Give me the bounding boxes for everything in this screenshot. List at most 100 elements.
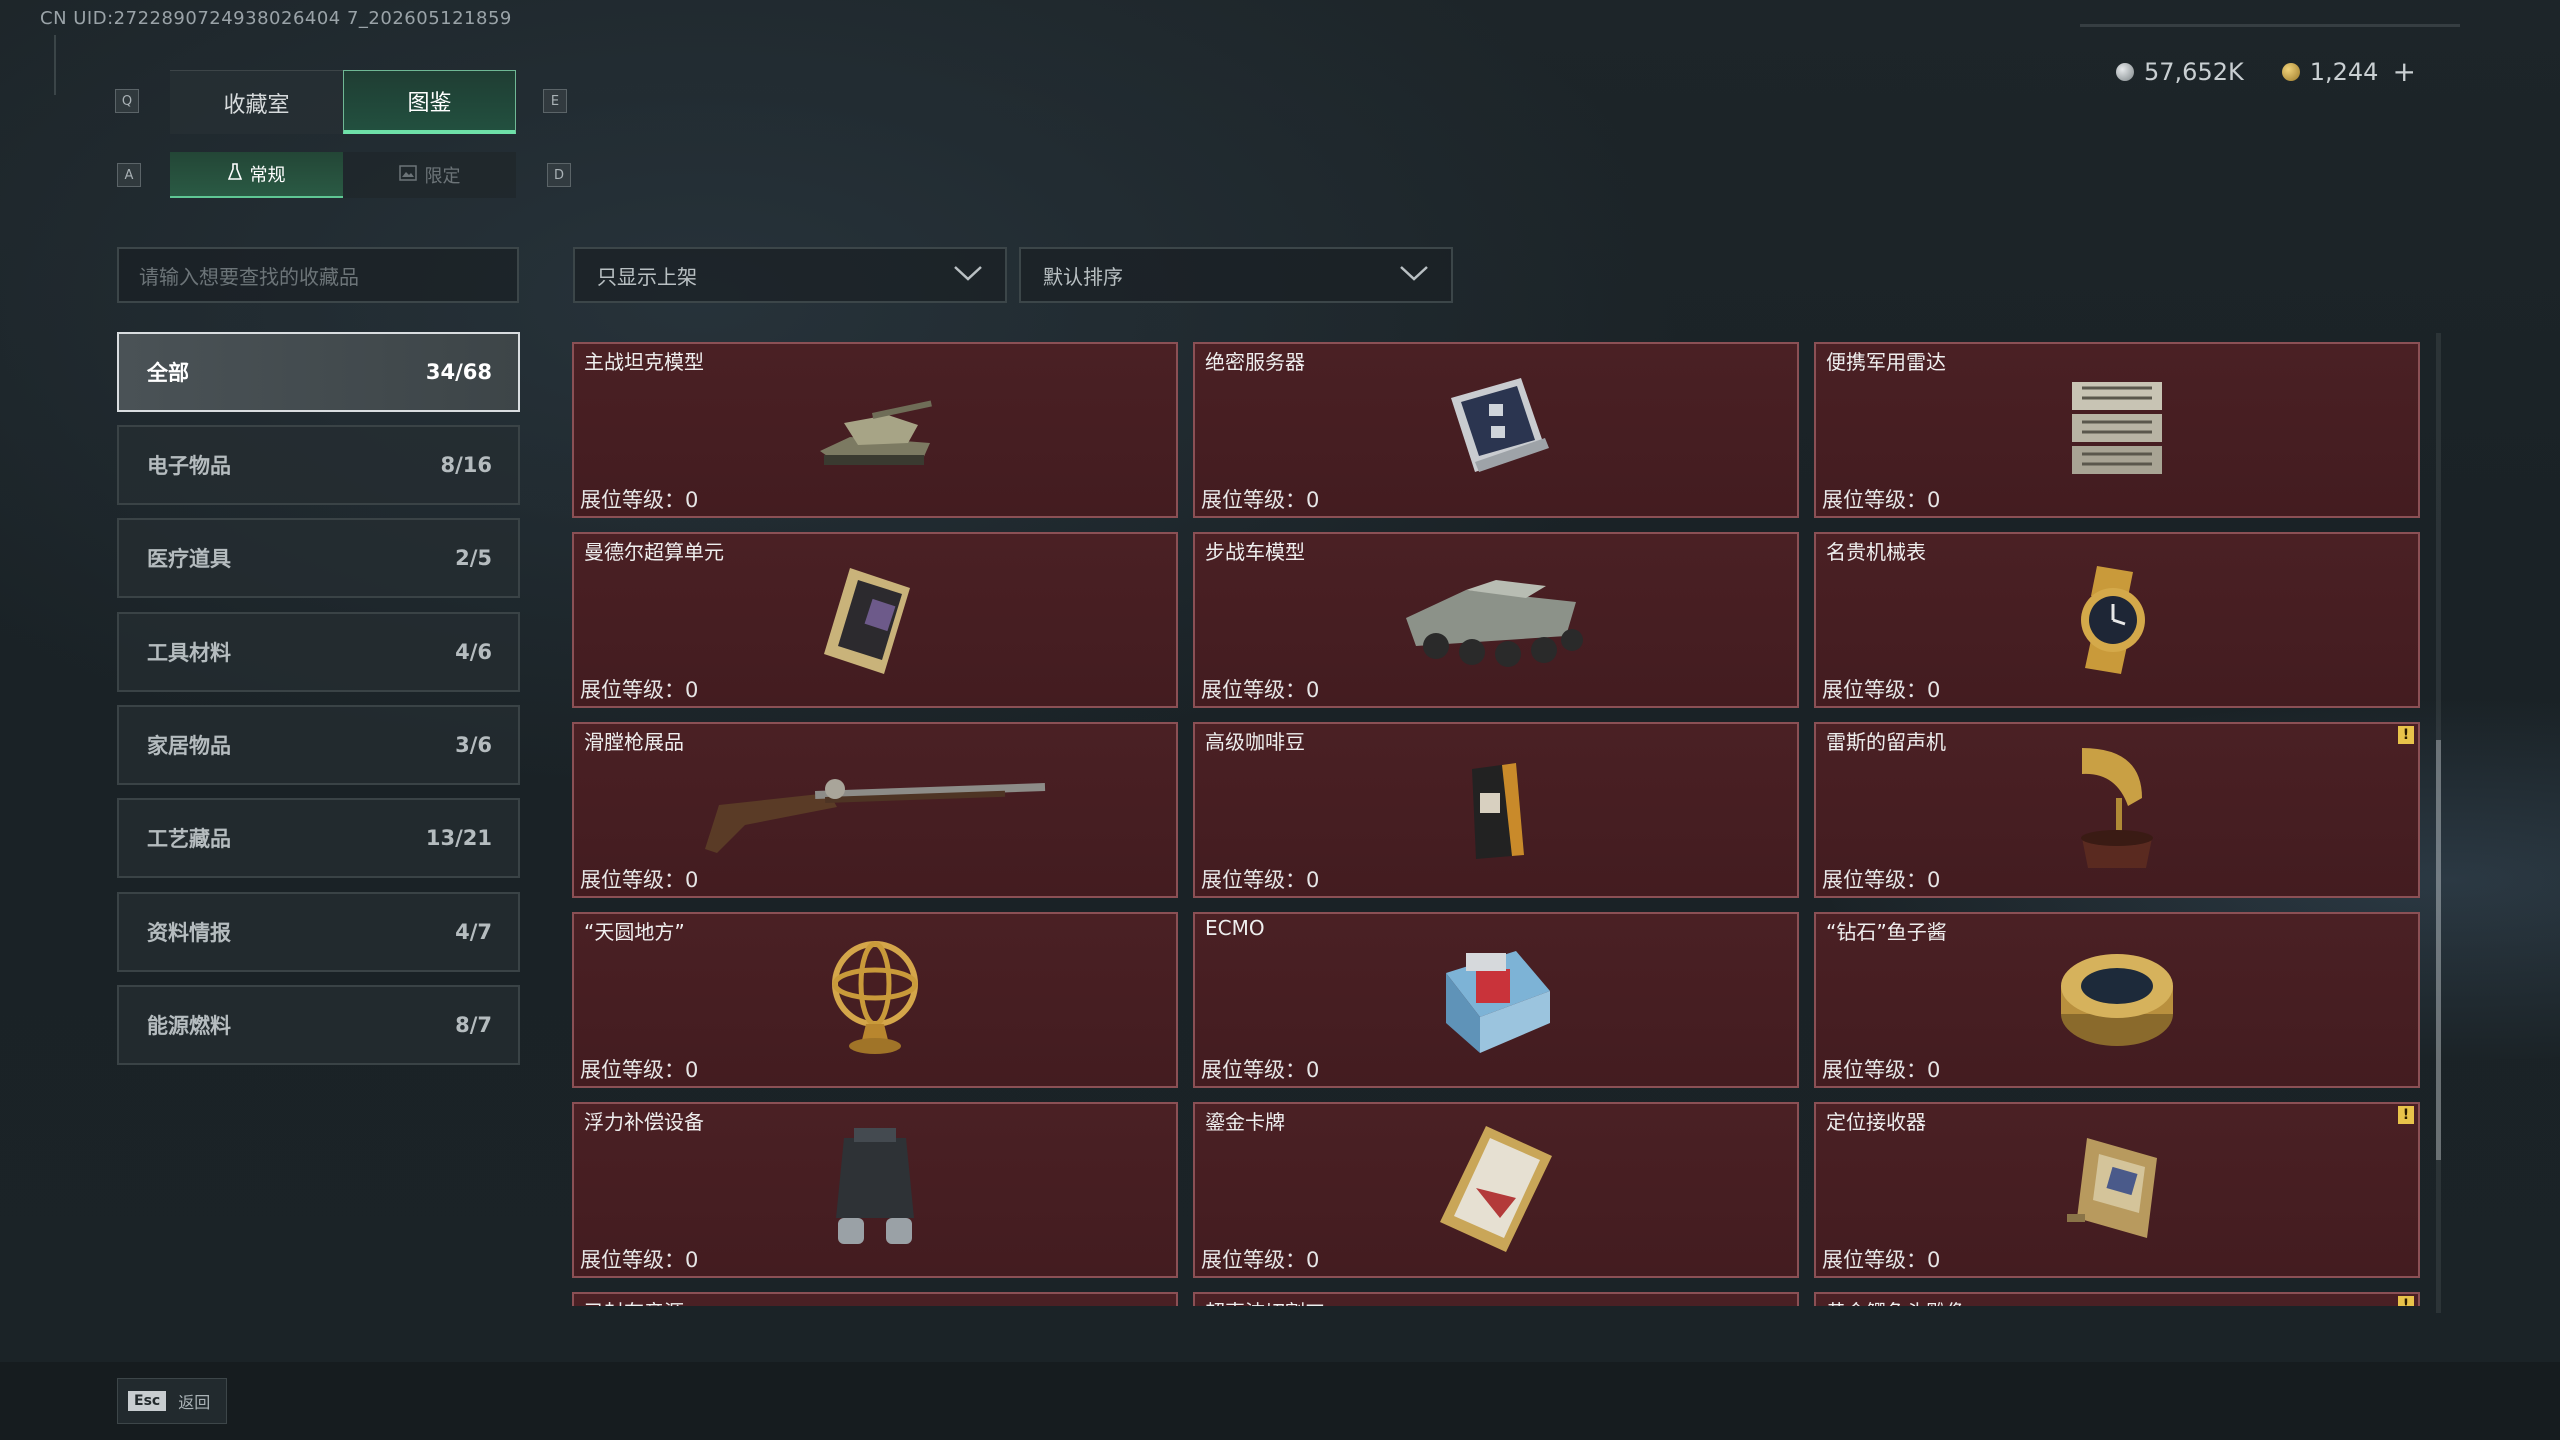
category-electronics[interactable]: 电子物品 8/16 — [117, 425, 520, 505]
category-intel[interactable]: 资料情报 4/7 — [117, 892, 520, 972]
footer-bar — [0, 1362, 2560, 1440]
item-card-coffee[interactable]: 高级咖啡豆 展位等级：0 — [1193, 722, 1799, 898]
musket-icon — [695, 753, 1055, 867]
sort-value: 默认排序 — [1043, 264, 1123, 289]
item-level: 展位等级：0 — [1822, 1058, 1941, 1082]
item-name: ECMO — [1205, 916, 1265, 940]
chevron-down-icon — [953, 263, 983, 287]
image-icon — [398, 164, 417, 186]
watch-icon — [2057, 558, 2177, 682]
alert-badge: ! — [2398, 726, 2414, 744]
item-card-armillary[interactable]: “天圆地方” 展位等级：0 — [572, 912, 1178, 1088]
item-card-server[interactable]: 绝密服务器 展位等级：0 — [1193, 342, 1799, 518]
item-name: 已封存音源 — [584, 1296, 684, 1306]
item-card-gilded-card[interactable]: 鎏金卡牌 展位等级：0 — [1193, 1102, 1799, 1278]
category-count: 34/68 — [425, 360, 492, 384]
category-label: 全部 — [147, 361, 189, 385]
esc-key-hint: Esc — [128, 1391, 167, 1411]
category-label: 工艺藏品 — [147, 827, 231, 851]
item-name: 黄金鳄鱼头雕像 — [1826, 1296, 1966, 1306]
flask-icon — [227, 162, 242, 186]
item-name: 超声波切割刀 — [1205, 1296, 1325, 1306]
tank-model-icon — [810, 373, 940, 487]
category-label: 家居物品 — [147, 734, 231, 758]
item-card-caviar[interactable]: “钻石”鱼子酱 展位等级：0 — [1814, 912, 2420, 1088]
add-currency-button[interactable]: + — [2392, 55, 2415, 88]
receiver-icon — [2047, 1118, 2187, 1262]
item-name: 鎏金卡牌 — [1205, 1110, 1285, 1134]
item-level: 展位等级：0 — [1822, 488, 1941, 512]
key-hint-a: A — [117, 163, 141, 187]
item-card-tank[interactable]: 主战坦克模型 展位等级：0 — [572, 342, 1178, 518]
subtab-limited[interactable]: 限定 — [343, 152, 516, 198]
item-card-ecmo[interactable]: ECMO 展位等级：0 — [1193, 912, 1799, 1088]
category-label: 电子物品 — [147, 454, 231, 478]
item-level: 展位等级：0 — [1822, 1248, 1941, 1272]
category-medical[interactable]: 医疗道具 2/5 — [117, 518, 520, 598]
display-filter-dropdown[interactable]: 只显示上架 — [573, 247, 1007, 303]
tab-catalog[interactable]: 图鉴 — [343, 70, 516, 134]
back-button[interactable]: Esc 返回 — [117, 1378, 227, 1424]
item-card-bcd[interactable]: 浮力补偿设备 展位等级：0 — [572, 1102, 1178, 1278]
category-label: 工具材料 — [147, 641, 231, 665]
category-energy[interactable]: 能源燃料 8/7 — [117, 985, 520, 1065]
caviar-icon — [2052, 938, 2182, 1062]
item-card-ultrasonic-knife[interactable]: 超声波切割刀 — [1193, 1292, 1799, 1306]
alert-badge: ! — [2398, 1106, 2414, 1124]
subtab-limited-label: 限定 — [424, 166, 461, 187]
category-tools[interactable]: 工具材料 4/6 — [117, 612, 520, 692]
scrollbar-thumb[interactable] — [2436, 740, 2441, 1160]
category-count: 8/16 — [440, 453, 492, 477]
ecmo-icon — [1426, 933, 1566, 1067]
item-card-croc-statue[interactable]: 黄金鳄鱼头雕像 ! — [1814, 1292, 2420, 1306]
item-name: “钻石”鱼子酱 — [1826, 920, 1947, 944]
item-name: 定位接收器 — [1826, 1110, 1926, 1134]
item-name: 名贵机械表 — [1826, 540, 1926, 564]
gold-amount: 1,244 — [2309, 57, 2379, 86]
left-decor — [54, 35, 66, 95]
bcd-icon — [820, 1118, 930, 1262]
item-name: 滑膛枪展品 — [584, 730, 684, 754]
ifv-model-icon — [1396, 558, 1596, 682]
item-name: 浮力补偿设备 — [584, 1110, 704, 1134]
item-name: 便携军用雷达 — [1826, 350, 1946, 374]
compute-unit-icon — [810, 558, 940, 682]
search-input[interactable]: 请输入想要查找的收藏品 — [117, 247, 519, 303]
subtab-normal[interactable]: 常规 — [170, 152, 343, 198]
item-level: 展位等级：0 — [1201, 868, 1320, 892]
item-card-radar[interactable]: 便携军用雷达 展位等级：0 — [1814, 342, 2420, 518]
silver-amount: 57,652K — [2144, 57, 2244, 86]
item-card-gramophone[interactable]: 雷斯的留声机 ! 展位等级：0 — [1814, 722, 2420, 898]
item-level: 展位等级：0 — [1201, 678, 1320, 702]
category-household[interactable]: 家居物品 3/6 — [117, 705, 520, 785]
key-hint-q: Q — [115, 89, 139, 113]
back-label: 返回 — [178, 1393, 211, 1412]
item-name: 步战车模型 — [1205, 540, 1305, 564]
item-name: 主战坦克模型 — [584, 350, 704, 374]
category-count: 3/6 — [455, 733, 492, 757]
category-all[interactable]: 全部 34/68 — [117, 332, 520, 412]
category-count: 4/7 — [455, 920, 492, 944]
alert-badge: ! — [2398, 1296, 2414, 1306]
category-crafts[interactable]: 工艺藏品 13/21 — [117, 798, 520, 878]
item-level: 展位等级：0 — [1201, 1058, 1320, 1082]
key-hint-e: E — [543, 89, 567, 113]
category-count: 8/7 — [455, 1013, 492, 1037]
item-grid: 主战坦克模型 展位等级：0 绝密服务器 展位等级：0 便携军用雷达 展位等级：0… — [572, 342, 2428, 1306]
sort-dropdown[interactable]: 默认排序 — [1019, 247, 1453, 303]
radar-icon — [2052, 368, 2182, 492]
item-card-receiver[interactable]: 定位接收器 ! 展位等级：0 — [1814, 1102, 2420, 1278]
item-card-compute-unit[interactable]: 曼德尔超算单元 展位等级：0 — [572, 532, 1178, 708]
display-filter-value: 只显示上架 — [597, 264, 697, 289]
subtab-normal-label: 常规 — [249, 165, 286, 186]
item-card-watch[interactable]: 名贵机械表 展位等级：0 — [1814, 532, 2420, 708]
category-count: 13/21 — [425, 826, 492, 850]
server-icon — [1431, 368, 1561, 492]
tab-collection-room[interactable]: 收藏室 — [170, 70, 343, 134]
category-label: 医疗道具 — [147, 547, 231, 571]
item-card-ifv[interactable]: 步战车模型 展位等级：0 — [1193, 532, 1799, 708]
item-card-sealed-audio[interactable]: 已封存音源 — [572, 1292, 1178, 1306]
item-card-musket[interactable]: 滑膛枪展品 展位等级：0 — [572, 722, 1178, 898]
item-name: 曼德尔超算单元 — [584, 540, 724, 564]
item-level: 展位等级：0 — [1201, 488, 1320, 512]
